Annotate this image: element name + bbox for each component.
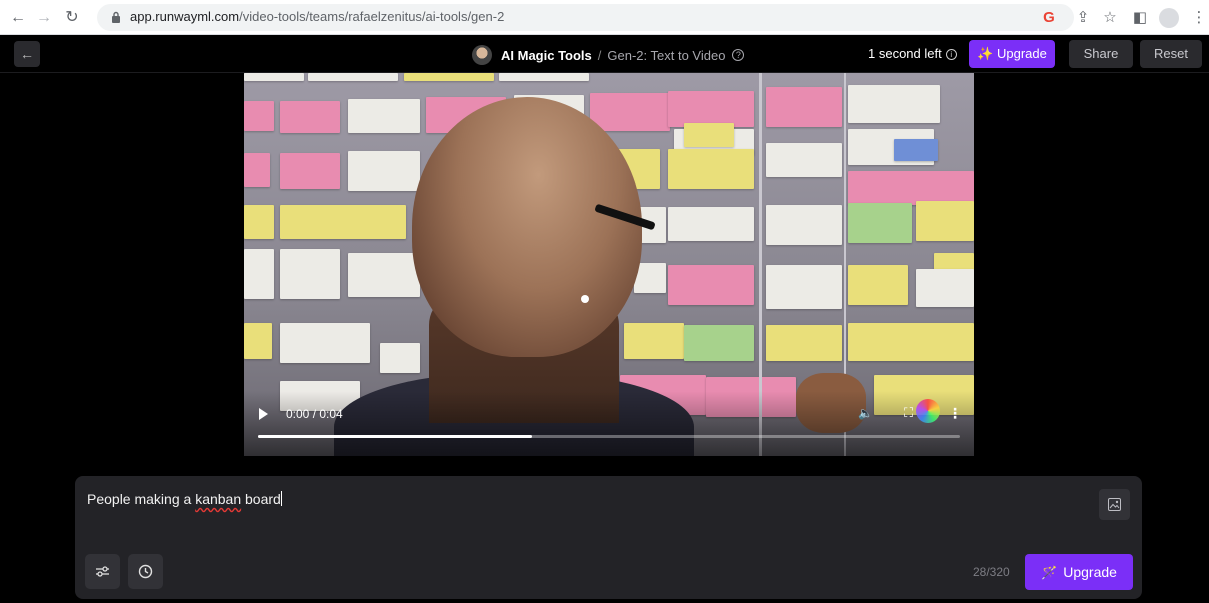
video-progress-bar[interactable]: [258, 435, 960, 438]
sliders-icon: [96, 566, 109, 577]
time-left-text: 1 second left: [868, 46, 942, 61]
tool-name: Gen-2: Text to Video: [607, 47, 726, 63]
video-progress-fill: [258, 435, 532, 438]
brand-avatar-icon: [472, 45, 492, 65]
video-time: 0:00 / 0:04: [286, 407, 343, 421]
share-page-icon[interactable]: ⇪: [1072, 7, 1094, 29]
breadcrumb-separator: /: [597, 47, 602, 63]
reset-button[interactable]: Reset: [1140, 40, 1202, 68]
misspelled-word: kanban: [195, 491, 242, 507]
bookmark-star-icon[interactable]: ☆: [1099, 7, 1121, 29]
profile-avatar-icon[interactable]: [1158, 7, 1180, 29]
back-button[interactable]: ←: [14, 41, 40, 67]
share-button[interactable]: Share: [1069, 40, 1133, 68]
prompt-input[interactable]: People making a kanban board: [87, 491, 282, 507]
text-caret: [280, 491, 282, 506]
browser-menu-icon[interactable]: ⋮: [1188, 7, 1209, 29]
url-text: app.runwayml.com/video-tools/teams/rafae…: [130, 9, 505, 24]
time-left-indicator: 1 second left i: [868, 46, 957, 61]
video-controls: [244, 391, 974, 456]
color-orb-icon: [916, 399, 940, 423]
prompt-panel: People making a kanban board 28/320 🪄 Upg…: [75, 476, 1142, 599]
app-header: ← AI Magic Tools / Gen-2: Text to Video …: [0, 35, 1209, 73]
volume-icon[interactable]: 🔈: [858, 406, 873, 420]
video-player[interactable]: 0:00 / 0:04 🔈 ⛶ ⋮: [244, 73, 974, 456]
info-icon[interactable]: i: [945, 49, 957, 60]
upgrade-button-header[interactable]: ✨ Upgrade: [969, 40, 1055, 68]
fullscreen-icon[interactable]: ⛶: [904, 405, 913, 421]
forward-arrow-icon[interactable]: →: [34, 8, 54, 28]
reload-icon[interactable]: ↻: [62, 8, 82, 28]
sparkle-icon: ✨: [977, 46, 994, 61]
history-button[interactable]: [128, 554, 163, 589]
browser-toolbar: ← → ↻ app.runwayml.com/video-tools/teams…: [0, 0, 1209, 35]
arrow-left-icon: ←: [20, 46, 34, 62]
breadcrumb: AI Magic Tools / Gen-2: Text to Video ?: [472, 44, 745, 66]
play-icon[interactable]: [259, 408, 268, 420]
image-upload-button[interactable]: [1099, 489, 1130, 520]
google-icon[interactable]: G: [1038, 7, 1060, 29]
upgrade-button-generate[interactable]: 🪄 Upgrade: [1025, 554, 1133, 590]
image-icon: [1108, 498, 1121, 511]
settings-sliders-button[interactable]: [85, 554, 120, 589]
lock-icon: [112, 11, 120, 23]
help-icon[interactable]: ?: [732, 49, 745, 61]
clock-icon: [138, 564, 153, 579]
address-bar[interactable]: app.runwayml.com/video-tools/teams/rafae…: [97, 4, 1074, 31]
brand-title[interactable]: AI Magic Tools: [501, 48, 592, 63]
video-menu-icon[interactable]: ⋮: [948, 405, 962, 422]
magic-wand-icon: 🪄: [1041, 565, 1058, 580]
side-panel-icon[interactable]: ◧: [1129, 7, 1151, 29]
character-counter: 28/320: [973, 565, 1010, 579]
back-arrow-icon[interactable]: ←: [8, 8, 28, 28]
